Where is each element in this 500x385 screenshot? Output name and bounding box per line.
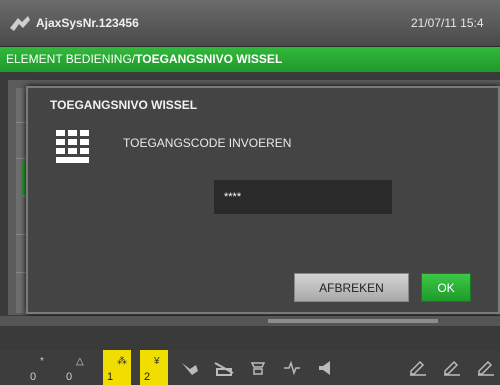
app-logo-icon	[10, 16, 30, 31]
speaker-icon[interactable]	[316, 359, 336, 377]
app-title: AjaxSysNr.123456	[36, 16, 139, 30]
disabled-icon: ¥	[154, 356, 160, 367]
dialog-title: TOEGANGSNIVO WISSEL	[50, 98, 198, 112]
access-level-dialog: TOEGANGSNIVO WISSEL TOEGANGSCODE INVOERE…	[26, 86, 500, 314]
status-bar: 0 * 0 △ 1 ⁂ 2 ¥	[0, 350, 500, 385]
arrow-icon[interactable]	[180, 359, 200, 377]
breadcrumb: ELEMENT BEDIENING/TOEGANGSNIVO WISSEL	[0, 47, 500, 72]
status-counter-fire[interactable]: 0 *	[26, 350, 54, 385]
ok-button[interactable]: OK	[421, 273, 471, 302]
dialog-prompt: TOEGANGSCODE INVOEREN	[123, 136, 292, 150]
warning-icon: △	[76, 356, 84, 367]
edit-lock-icon[interactable]	[442, 359, 462, 377]
breadcrumb-prefix: ELEMENT BEDIENING/	[6, 52, 136, 66]
cancel-button[interactable]: AFBREKEN	[294, 273, 409, 302]
counter-value: 2	[144, 371, 151, 383]
edit-key-icon[interactable]	[476, 359, 496, 377]
status-counter-disabled[interactable]: 2 ¥	[140, 350, 168, 385]
status-counter-warning[interactable]: 0 △	[62, 350, 90, 385]
scrollbar-thumb[interactable]	[268, 319, 438, 323]
counter-value: 1	[107, 371, 114, 383]
breadcrumb-current: TOEGANGSNIVO WISSEL	[135, 52, 283, 66]
scrollbar[interactable]	[0, 316, 500, 326]
edit-icon[interactable]	[408, 359, 428, 377]
access-code-input[interactable]	[214, 180, 392, 214]
counter-value: 0	[30, 371, 37, 383]
phone-icon[interactable]	[248, 359, 268, 377]
title-bar: AjaxSysNr.123456 21/07/11 15:4	[0, 0, 500, 47]
fault-icon: ⁂	[117, 356, 127, 367]
barrier-icon[interactable]	[214, 359, 234, 377]
status-counter-fault[interactable]: 1 ⁂	[103, 350, 131, 385]
counter-value: 0	[66, 371, 73, 383]
datetime: 21/07/11 15:4	[411, 16, 484, 30]
fire-icon: *	[40, 356, 44, 367]
keypad-icon	[56, 130, 89, 163]
signal-icon[interactable]	[282, 359, 302, 377]
